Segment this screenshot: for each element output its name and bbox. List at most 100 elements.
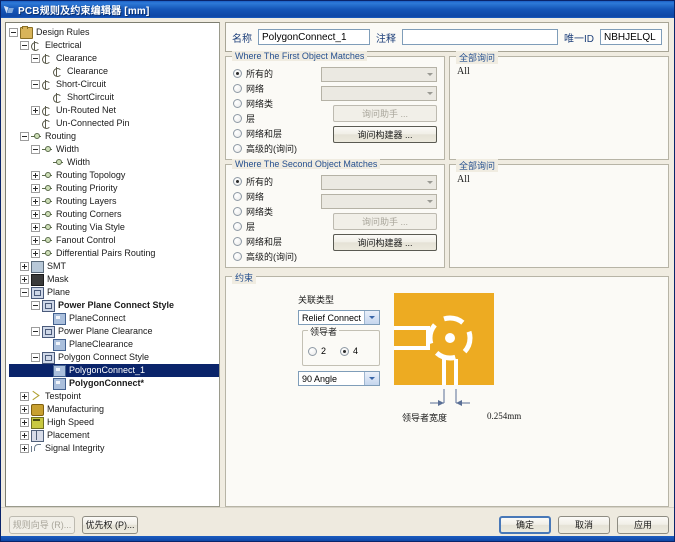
radio-button-icon[interactable] — [308, 346, 317, 356]
tree-item-routing-corners[interactable]: Routing Corners — [9, 208, 219, 221]
tree-item-routing[interactable]: Routing — [9, 130, 219, 143]
tree-item-power-plane-connect-style[interactable]: Power Plane Connect Style — [9, 299, 219, 312]
second-object-radio-3[interactable]: 层 — [233, 219, 321, 234]
radio-button-icon[interactable] — [233, 114, 242, 123]
tree-item-un-connected-pin[interactable]: Un-Connected Pin — [9, 117, 219, 130]
radio-button-icon[interactable] — [233, 84, 242, 93]
expand-icon[interactable] — [31, 236, 40, 245]
tree-item-routing-via-style[interactable]: Routing Via Style — [9, 221, 219, 234]
radio-button-icon[interactable] — [233, 237, 242, 246]
tree-item-routing-priority[interactable]: Routing Priority — [9, 182, 219, 195]
priority-button[interactable]: 优先权 (P)... — [82, 515, 138, 534]
expand-icon[interactable] — [20, 418, 29, 427]
tree-item-differential-pairs-routing[interactable]: Differential Pairs Routing — [9, 247, 219, 260]
collapse-icon[interactable] — [20, 132, 29, 141]
collapse-icon[interactable] — [31, 301, 40, 310]
second-netclass-combo[interactable] — [321, 194, 437, 209]
expand-icon[interactable] — [31, 171, 40, 180]
second-object-radio-5[interactable]: 高级的(询问) — [233, 249, 321, 264]
expand-icon[interactable] — [20, 392, 29, 401]
leader-option-4[interactable]: 4 — [340, 346, 358, 356]
collapse-icon[interactable] — [9, 28, 18, 37]
radio-button-icon[interactable] — [233, 192, 242, 201]
tree-item-polygon-connect-style[interactable]: Polygon Connect Style — [9, 351, 219, 364]
first-netclass-combo[interactable] — [321, 86, 437, 101]
radio-button-icon[interactable] — [233, 252, 242, 261]
tree-item-testpoint[interactable]: Testpoint — [9, 390, 219, 403]
tree-item-routing-layers[interactable]: Routing Layers — [9, 195, 219, 208]
design-rules-tree[interactable]: Design Rules Electrical Clearance Clearance… — [5, 22, 220, 507]
leader-option-2[interactable]: 2 — [308, 346, 326, 356]
comment-input[interactable] — [402, 29, 558, 45]
collapse-icon[interactable] — [31, 327, 40, 336]
tree-item-power-plane-clearance[interactable]: Power Plane Clearance — [9, 325, 219, 338]
tree-item-signal-integrity[interactable]: Signal Integrity — [9, 442, 219, 455]
connect-type-combo[interactable]: Relief Connect — [298, 310, 380, 325]
collapse-icon[interactable] — [20, 41, 29, 50]
second-object-radio-2[interactable]: 网络类 — [233, 204, 321, 219]
radio-button-icon[interactable] — [233, 69, 242, 78]
tree-item-routing-topology[interactable]: Routing Topology — [9, 169, 219, 182]
expand-icon[interactable] — [20, 262, 29, 271]
first-object-radio-group[interactable]: 所有的 网络 网络类层网络和层 高级的(询问) — [233, 65, 321, 155]
tree-item-fanout-control[interactable]: Fanout Control — [9, 234, 219, 247]
tree-item-high-speed[interactable]: High Speed — [9, 416, 219, 429]
radio-button-icon[interactable] — [233, 177, 242, 186]
first-object-radio-3[interactable]: 层 — [233, 111, 321, 126]
ok-button[interactable]: 确定 — [499, 515, 551, 534]
first-object-radio-1[interactable]: 网络 — [233, 81, 321, 96]
expand-icon[interactable] — [20, 431, 29, 440]
tree-item-planeclearance[interactable]: PlaneClearance — [9, 338, 219, 351]
first-object-radio-0[interactable]: 所有的 — [233, 66, 321, 81]
radio-button-icon[interactable] — [233, 129, 242, 138]
tree-item-smt[interactable]: SMT — [9, 260, 219, 273]
first-object-radio-2[interactable]: 网络类 — [233, 96, 321, 111]
collapse-icon[interactable] — [31, 145, 40, 154]
collapse-icon[interactable] — [31, 80, 40, 89]
first-query-builder-button[interactable]: 询问构建器 ... — [333, 126, 437, 143]
tree-item-placement[interactable]: Placement — [9, 429, 219, 442]
tree-item-manufacturing[interactable]: Manufacturing — [9, 403, 219, 416]
name-input[interactable]: PolygonConnect_1 — [258, 29, 370, 45]
radio-button-icon[interactable] — [233, 99, 242, 108]
tree-item-shortcircuit[interactable]: ShortCircuit — [9, 91, 219, 104]
tree-item-planeconnect[interactable]: PlaneConnect — [9, 312, 219, 325]
collapse-icon[interactable] — [20, 288, 29, 297]
second-query-builder-button[interactable]: 询问构建器 ... — [333, 234, 437, 251]
first-net-combo[interactable] — [321, 67, 437, 82]
collapse-icon[interactable] — [31, 353, 40, 362]
second-net-combo[interactable] — [321, 175, 437, 190]
expand-icon[interactable] — [31, 223, 40, 232]
second-object-radio-0[interactable]: 所有的 — [233, 174, 321, 189]
tree-item-width[interactable]: Width — [9, 156, 219, 169]
tree-item-design-rules[interactable]: Design Rules — [9, 25, 219, 39]
tree-item-short-circuit[interactable]: Short-Circuit — [9, 78, 219, 91]
expand-icon[interactable] — [20, 405, 29, 414]
expand-icon[interactable] — [20, 444, 29, 453]
tree-item-un-routed-net[interactable]: Un-Routed Net — [9, 104, 219, 117]
expand-icon[interactable] — [31, 106, 40, 115]
collapse-icon[interactable] — [31, 54, 40, 63]
radio-button-icon[interactable] — [340, 346, 350, 356]
tree-item-polygonconnect[interactable]: PolygonConnect* — [9, 377, 219, 390]
expand-icon[interactable] — [31, 210, 40, 219]
expand-icon[interactable] — [31, 197, 40, 206]
tree-item-width[interactable]: Width — [9, 143, 219, 156]
expand-icon[interactable] — [20, 275, 29, 284]
second-object-radio-group[interactable]: 所有的 网络 网络类层网络和层 高级的(询问) — [233, 173, 321, 263]
tree-item-polygonconnect-1[interactable]: PolygonConnect_1 — [9, 364, 219, 377]
tree-item-clearance[interactable]: Clearance — [9, 52, 219, 65]
tree-item-mask[interactable]: Mask — [9, 273, 219, 286]
second-object-radio-1[interactable]: 网络 — [233, 189, 321, 204]
radio-button-icon[interactable] — [233, 207, 242, 216]
angle-combo[interactable]: 90 Angle — [298, 371, 380, 386]
tree-item-plane[interactable]: Plane — [9, 286, 219, 299]
first-object-radio-5[interactable]: 高级的(询问) — [233, 141, 321, 156]
unique-id-input[interactable]: NBHJELQL — [600, 29, 662, 45]
expand-icon[interactable] — [31, 249, 40, 258]
second-object-radio-4[interactable]: 网络和层 — [233, 234, 321, 249]
apply-button[interactable]: 应用 — [617, 515, 669, 534]
tree-item-electrical[interactable]: Electrical — [9, 39, 219, 52]
first-object-radio-4[interactable]: 网络和层 — [233, 126, 321, 141]
radio-button-icon[interactable] — [233, 222, 242, 231]
